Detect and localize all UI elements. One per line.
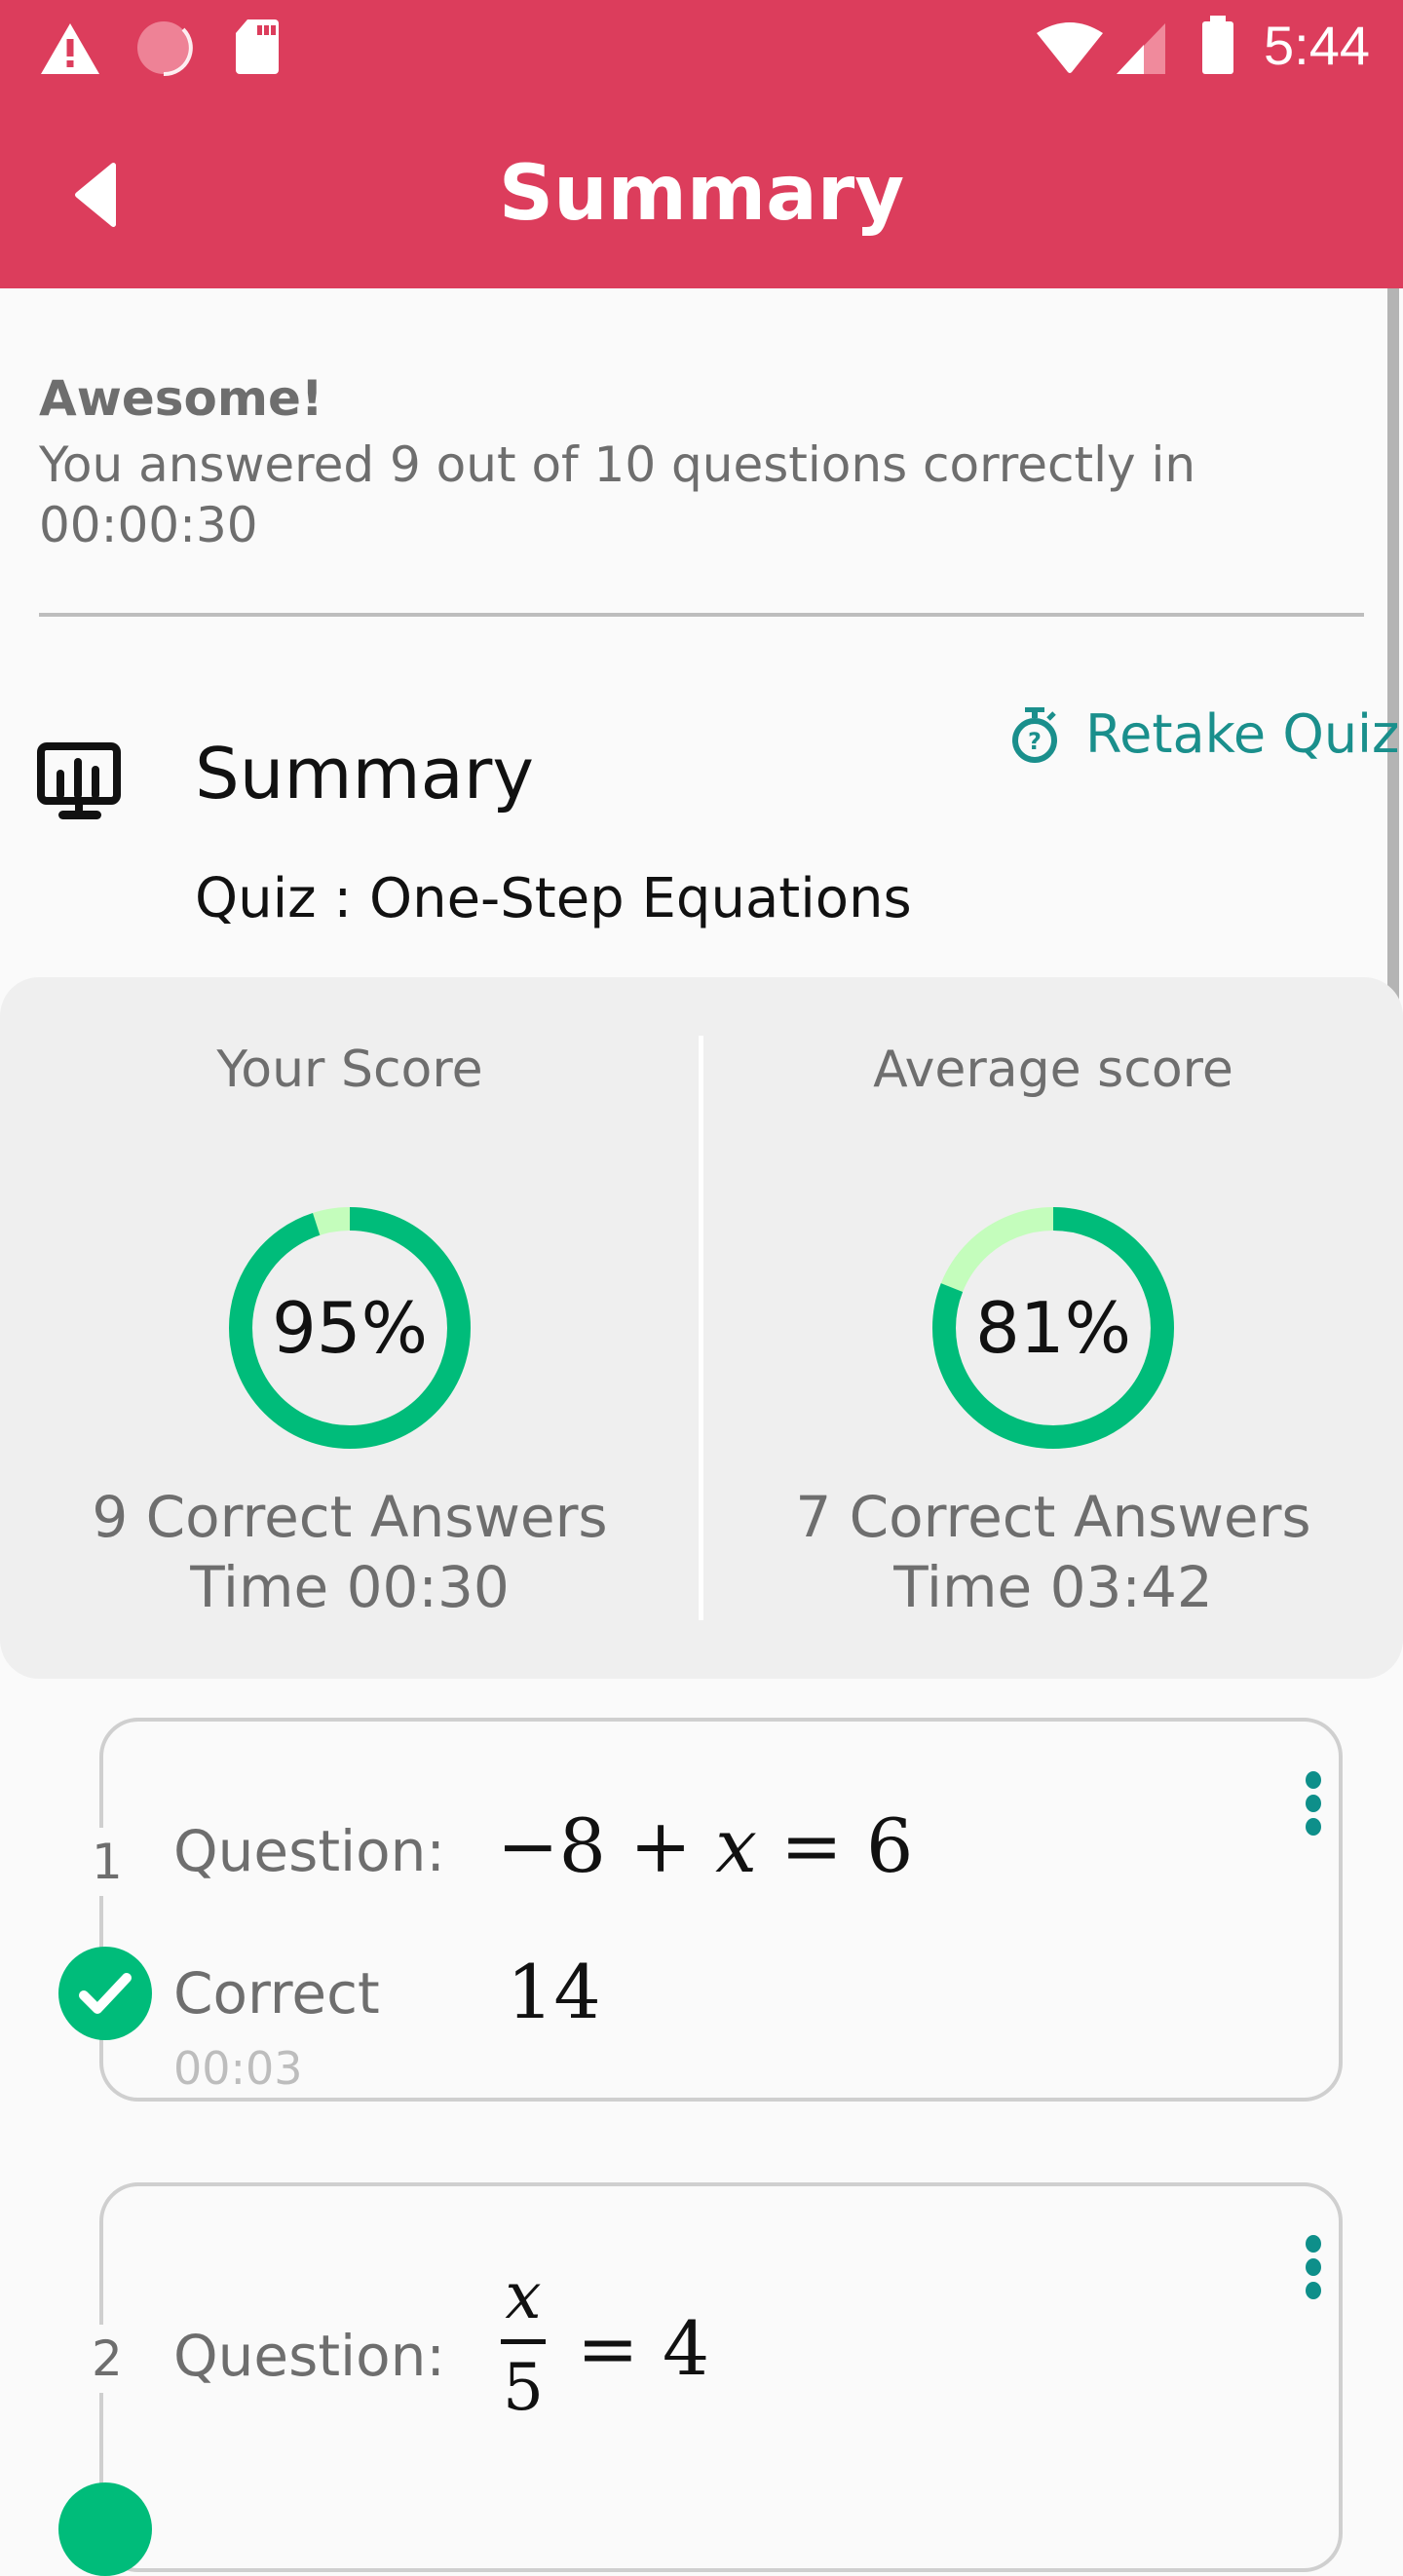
expr-term: −8 [497, 1802, 607, 1889]
svg-text:?: ? [1028, 728, 1042, 755]
question-rhs: = 4 [577, 2305, 710, 2392]
result-headline: Awesome! [39, 370, 323, 427]
app-bar: Summary [0, 97, 1403, 288]
scrollbar[interactable] [1387, 288, 1399, 1072]
question-number: 1 [92, 1828, 123, 1896]
your-score-heading: Your Score [216, 1041, 483, 1099]
divider [39, 613, 1364, 617]
battery-icon [1202, 16, 1233, 74]
question-fraction: x 5 [501, 2258, 546, 2425]
your-time: Time 00:30 [190, 1554, 510, 1620]
loading-circle-icon [137, 21, 193, 77]
question-expression: −8 + x = 6 [497, 1802, 913, 1889]
fraction-denominator: 5 [503, 2350, 544, 2425]
answer-value: 14 [507, 1949, 601, 2035]
average-score-column: Average score 81% 7 Correct Answers Time… [703, 977, 1403, 1679]
result-message: You answered 9 out of 10 questions corre… [39, 436, 1196, 553]
stopwatch-question-icon: ? [1012, 706, 1057, 763]
correct-check-icon [58, 2482, 152, 2576]
fraction-bar [501, 2339, 546, 2344]
your-score-column: Your Score 95% 9 Correct Answers Time 00… [0, 977, 700, 1679]
fraction-numerator: x [505, 2258, 542, 2333]
wifi-icon [1037, 22, 1103, 73]
expr-term: 6 [865, 1802, 914, 1889]
average-score-donut: 81% [930, 1205, 1176, 1451]
status-bar: 5:44 [0, 0, 1403, 97]
sd-card-icon [236, 19, 279, 74]
average-score-percent: 81% [974, 1287, 1132, 1369]
question-label: Question: [173, 1818, 445, 1884]
app-title: Summary [498, 150, 905, 238]
average-time: Time 03:42 [893, 1554, 1213, 1620]
quiz-name: Quiz : One-Step Equations [195, 867, 912, 930]
warning-icon [41, 23, 99, 74]
question-label: Question: [173, 2323, 445, 2389]
expr-op: + [629, 1802, 692, 1889]
question-number: 2 [92, 2325, 123, 2393]
presentation-chart-icon [37, 742, 121, 819]
summary-title: Summary [195, 733, 534, 814]
your-score-donut: 95% [227, 1205, 473, 1451]
cell-signal-icon [1117, 23, 1165, 74]
more-options-icon[interactable] [1302, 2235, 1325, 2313]
expr-variable: x [715, 1802, 757, 1889]
answer-status: Correct [173, 1960, 380, 2027]
clock: 5:44 [1264, 15, 1370, 76]
average-score-heading: Average score [873, 1041, 1233, 1099]
expr-op: = [780, 1802, 843, 1889]
retake-quiz-button[interactable]: ? Retake Quiz [1009, 703, 1399, 765]
average-correct-answers: 7 Correct Answers [795, 1484, 1311, 1550]
answer-time: 00:03 [173, 2042, 303, 2095]
more-options-icon[interactable] [1302, 1771, 1325, 1849]
your-score-percent: 95% [271, 1287, 429, 1369]
your-correct-answers: 9 Correct Answers [92, 1484, 608, 1550]
correct-check-icon [58, 1947, 152, 2040]
retake-quiz-label: Retake Quiz [1085, 703, 1400, 765]
